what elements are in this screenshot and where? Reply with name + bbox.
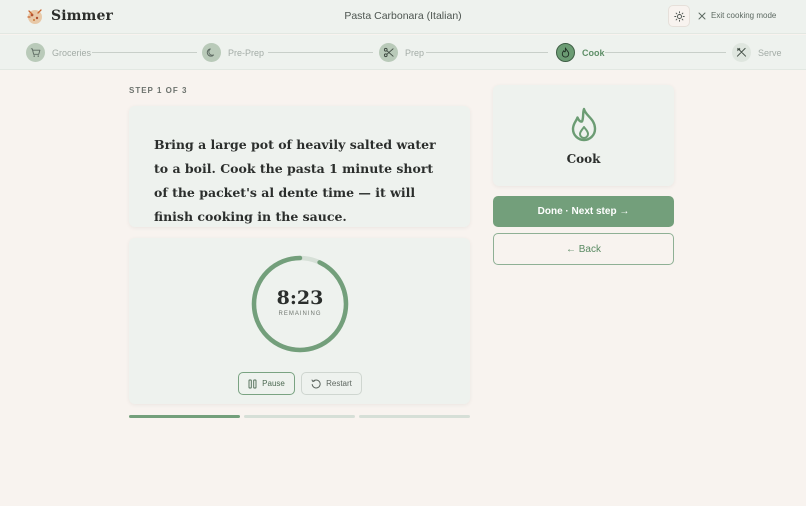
timer-value: 8:23: [276, 287, 324, 309]
stepper-item-pre-prep[interactable]: Pre-Prep: [202, 43, 264, 62]
restart-label: Restart: [326, 379, 352, 388]
stepper-item-prep[interactable]: Prep: [379, 43, 424, 62]
back-button[interactable]: ← Back: [493, 233, 674, 265]
stepper-label: Groceries: [52, 47, 92, 58]
top-bar: Simmer Pasta Carbonara (Italian) Exit co…: [0, 0, 806, 34]
flame-icon: [571, 107, 597, 142]
restart-button[interactable]: Restart: [301, 372, 362, 395]
sun-icon: [673, 10, 685, 22]
progress-segment: [129, 415, 240, 418]
stepper-item-cook[interactable]: Cook: [556, 43, 605, 62]
stage-card: Cook: [493, 85, 674, 186]
close-icon: [698, 12, 706, 19]
restart-icon: [311, 378, 321, 388]
flame-icon: [556, 43, 575, 62]
stage-label: Cook: [566, 152, 601, 166]
pause-label: Pause: [262, 379, 285, 388]
stepper-connector: [426, 52, 548, 53]
timer-card: 8:23 REMAINING Pause Restart: [129, 238, 470, 404]
instruction-text: Bring a large pot of heavily salted wate…: [154, 137, 436, 224]
brand-name: Simmer: [51, 8, 113, 24]
timer-label: REMAINING: [278, 311, 322, 317]
progress-segment: [244, 415, 355, 418]
moon-icon: [202, 43, 221, 62]
theme-toggle-button[interactable]: [668, 5, 690, 27]
cart-icon: [26, 43, 45, 62]
chef-logo-icon: [27, 9, 42, 24]
exit-cooking-mode-button[interactable]: Exit cooking mode: [698, 11, 776, 20]
pause-icon: [248, 379, 257, 388]
step-counter: STEP 1 OF 3: [129, 86, 188, 95]
utensils-icon: [732, 43, 751, 62]
scissors-icon: [379, 43, 398, 62]
pause-button[interactable]: Pause: [238, 372, 295, 395]
stage-stepper: Groceries Pre-Prep Prep Cook Serve: [0, 35, 806, 70]
stepper-connector: [268, 52, 373, 53]
brand[interactable]: Simmer: [25, 6, 113, 26]
stepper-label: Prep: [405, 47, 425, 58]
next-step-button[interactable]: Done · Next step →: [493, 196, 674, 227]
stepper-label: Pre-Prep: [228, 47, 265, 58]
stepper-connector: [605, 52, 726, 53]
exit-label: Exit cooking mode: [711, 11, 777, 20]
stepper-connector: [92, 52, 197, 53]
stepper-item-serve[interactable]: Serve: [732, 43, 782, 62]
stepper-label: Cook: [582, 47, 605, 58]
stepper-item-groceries[interactable]: Groceries: [26, 43, 91, 62]
progress-segment: [359, 415, 470, 418]
instruction-card: Bring a large pot of heavily salted wate…: [129, 106, 470, 227]
stepper-label: Serve: [758, 47, 782, 58]
